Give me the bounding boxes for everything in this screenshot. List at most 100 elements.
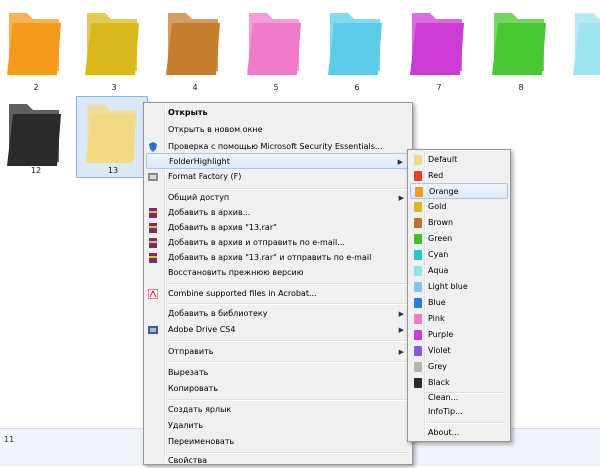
menu-item-label: Общий доступ [168, 193, 230, 202]
menu-item-label: Brown [428, 218, 454, 227]
menu-item-properties[interactable]: Свойства [146, 448, 410, 465]
menu-item-label: Добавить в архив "13.rar" и отправить по… [168, 253, 372, 262]
folder-icon [328, 13, 382, 75]
menu-item-add-archive-rar[interactable]: Добавить в архив "13.rar" [146, 220, 410, 236]
folder-2[interactable]: 2 [0, 5, 72, 93]
folder-6[interactable]: 6 [321, 5, 393, 93]
menu-separator [168, 283, 408, 285]
menu-item-send-to[interactable]: Отправить ▶ [146, 344, 410, 360]
menu-item-adobe-drive[interactable]: Adobe Drive CS4 ▶ [146, 322, 410, 338]
submenu-item-brown[interactable]: Brown [410, 215, 508, 231]
folder-label: 8 [518, 83, 524, 92]
menu-item-label: Aqua [428, 266, 449, 275]
folder-13[interactable]: 13 [76, 96, 148, 178]
folder-9[interactable] [566, 5, 600, 93]
submenu-item-aqua[interactable]: Aqua [410, 263, 508, 279]
menu-item-open-new-window[interactable]: Открыть в новом окне [146, 122, 410, 138]
adobe-drive-icon [148, 326, 158, 334]
submenu-arrow-icon: ▶ [398, 348, 404, 356]
context-menu: Открыть Открыть в новом окне Проверка с … [143, 102, 413, 465]
menu-item-restore-version[interactable]: Восстановить прежнюю версию [146, 265, 410, 281]
menu-item-label: Blue [428, 298, 446, 307]
submenu-item-red[interactable]: Red [410, 168, 508, 184]
submenu-item-purple[interactable]: Purple [410, 327, 508, 343]
acrobat-icon [148, 289, 158, 299]
menu-separator [426, 422, 506, 424]
menu-item-label: Default [428, 155, 458, 164]
submenu-item-light-blue[interactable]: Light blue [410, 279, 508, 295]
menu-item-label: Восстановить прежнюю версию [168, 268, 304, 277]
folder-color-icon [414, 218, 422, 228]
menu-item-copy[interactable]: Копировать [146, 381, 410, 397]
folder-color-icon [414, 171, 422, 181]
submenu-item-clean[interactable]: Clean... [410, 388, 508, 404]
folder-icon [85, 13, 139, 75]
menu-item-add-library[interactable]: Добавить в библиотеку ▶ [146, 306, 410, 322]
submenu-item-infotip[interactable]: InfoTip... [410, 404, 508, 420]
menu-item-label: Light blue [428, 282, 468, 291]
folder-label: 4 [192, 83, 198, 92]
submenu-item-green[interactable]: Green [410, 231, 508, 247]
folder-12[interactable]: 12 [0, 96, 72, 184]
status-count: 11 [4, 435, 15, 444]
menu-item-archive-email[interactable]: Добавить в архив и отправить по e-mail..… [146, 235, 410, 251]
menu-item-open[interactable]: Открыть [146, 105, 410, 121]
menu-item-label: Grey [428, 362, 447, 371]
submenu-arrow-icon: ▶ [397, 158, 403, 166]
folder-5[interactable]: 5 [240, 5, 312, 93]
menu-item-folderhighlight[interactable]: FolderHighlight ▶ [146, 153, 410, 169]
menu-item-format-factory[interactable]: Format Factory (F) [146, 169, 410, 185]
menu-item-add-archive[interactable]: Добавить в архив... [146, 205, 410, 221]
menu-item-label: Копировать [168, 384, 218, 393]
folder-color-icon [415, 187, 423, 197]
folder-color-icon [414, 155, 422, 165]
menu-item-share[interactable]: Общий доступ ▶ [146, 190, 410, 206]
menu-item-delete[interactable]: Удалить [146, 418, 410, 434]
folder-color-icon [414, 362, 422, 372]
menu-item-label: Добавить в архив и отправить по e-mail..… [168, 238, 345, 247]
folder-color-icon [414, 346, 422, 356]
submenu-arrow-icon: ▶ [398, 194, 404, 202]
menu-item-label: Добавить в библиотеку [168, 309, 268, 318]
menu-item-label: Создать ярлык [168, 405, 232, 414]
winrar-icon [149, 223, 157, 233]
folder-4[interactable]: 4 [159, 5, 231, 93]
folder-label: 6 [354, 83, 360, 92]
menu-separator [168, 361, 408, 363]
submenu-item-cyan[interactable]: Cyan [410, 247, 508, 263]
folder-label: 5 [273, 83, 279, 92]
menu-item-cut[interactable]: Вырезать [146, 365, 410, 381]
submenu-arrow-icon: ▶ [398, 326, 404, 334]
submenu-arrow-icon: ▶ [398, 310, 404, 318]
folder-7[interactable]: 7 [403, 5, 475, 93]
winrar-icon [149, 253, 157, 263]
menu-item-label: Удалить [168, 421, 203, 430]
folderhighlight-submenu: Default Red Orange Gold Brown Green Cyan… [407, 149, 511, 442]
menu-item-create-shortcut[interactable]: Создать ярлык [146, 402, 410, 418]
folder-8[interactable]: 8 [485, 5, 557, 93]
submenu-item-pink[interactable]: Pink [410, 311, 508, 327]
submenu-item-about[interactable]: About... [410, 425, 508, 441]
submenu-item-orange[interactable]: Orange [410, 183, 508, 199]
menu-item-label: Открыть [168, 108, 208, 117]
menu-item-combine-acrobat[interactable]: Combine supported files in Acrobat... [146, 286, 410, 302]
folder-icon [7, 104, 61, 166]
submenu-item-default[interactable]: Default [410, 152, 508, 168]
submenu-item-grey[interactable]: Grey [410, 359, 508, 375]
menu-item-archive-rar-email[interactable]: Добавить в архив "13.rar" и отправить по… [146, 250, 410, 266]
folder-color-icon [414, 202, 422, 212]
menu-item-label: Вырезать [168, 368, 209, 377]
submenu-item-violet[interactable]: Violet [410, 343, 508, 359]
folder-color-icon [414, 250, 422, 260]
submenu-item-gold[interactable]: Gold [410, 199, 508, 215]
security-shield-icon [149, 142, 157, 152]
menu-item-label: Открыть в новом окне [168, 125, 263, 134]
menu-item-label: Purple [428, 330, 454, 339]
folder-label: 12 [30, 166, 42, 175]
folder-color-icon [414, 266, 422, 276]
submenu-item-blue[interactable]: Blue [410, 295, 508, 311]
menu-item-label: Добавить в архив... [168, 208, 251, 217]
menu-item-label: Violet [428, 346, 451, 355]
folder-3[interactable]: 3 [78, 5, 150, 93]
folder-label: 2 [33, 83, 39, 92]
